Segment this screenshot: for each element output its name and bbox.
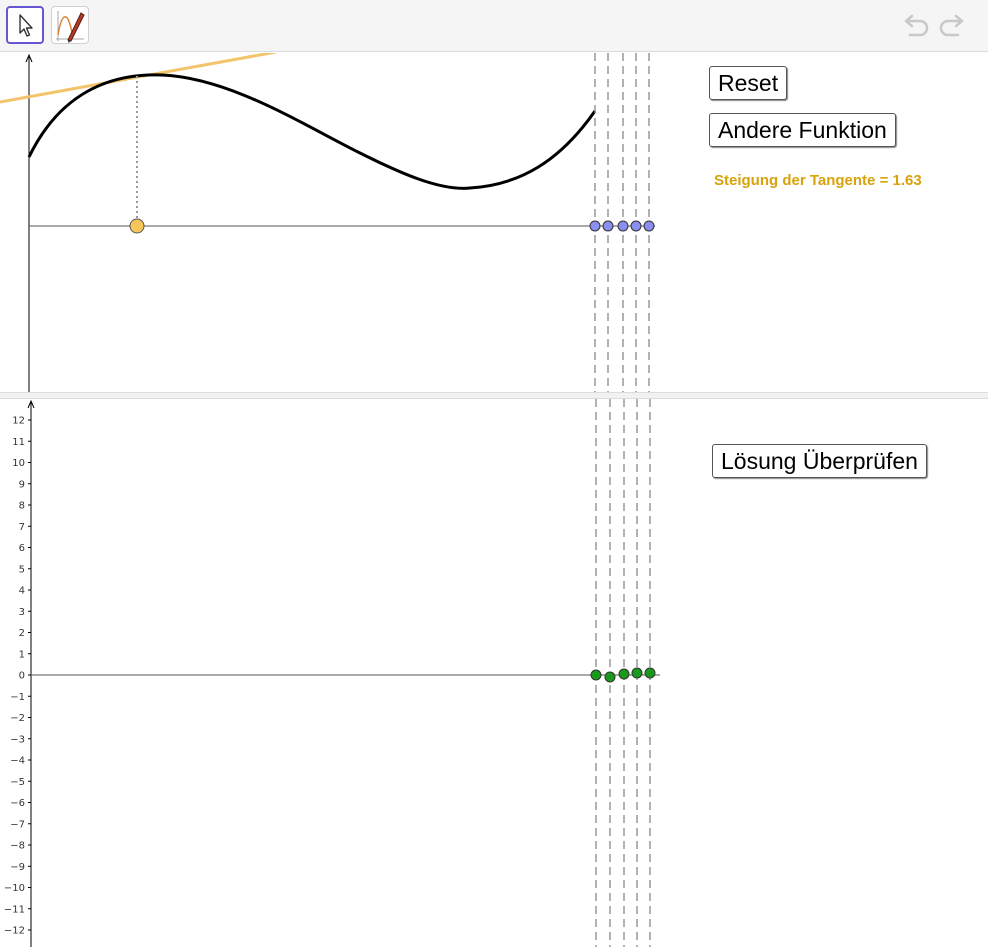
y-tick-label: 10	[12, 458, 25, 469]
redo-icon	[939, 14, 964, 37]
x-point[interactable]	[630, 220, 642, 232]
y-tick-label: −6	[10, 798, 25, 809]
y-tick-label: 1	[19, 649, 25, 660]
tangent-point[interactable]	[129, 218, 145, 234]
redo-button[interactable]	[938, 13, 966, 39]
y-tick-label: 4	[19, 586, 25, 597]
y-tick-label: −7	[10, 819, 25, 830]
derivative-point[interactable]	[604, 671, 616, 683]
y-tick-label: 5	[19, 564, 25, 575]
move-tool-button[interactable]	[6, 6, 44, 44]
toolbar	[0, 0, 988, 52]
y-tick-label: 3	[19, 607, 25, 618]
y-tick-label: −10	[4, 883, 25, 894]
y-tick-label: −9	[10, 862, 25, 873]
y-tick-label: −5	[10, 777, 25, 788]
y-tick-label: −3	[10, 734, 25, 745]
y-tick-label: −12	[4, 926, 25, 937]
x-point[interactable]	[589, 220, 601, 232]
x-point[interactable]	[617, 220, 629, 232]
view-divider[interactable]	[0, 392, 988, 399]
y-tick-label: 9	[19, 479, 25, 490]
function-curve	[27, 73, 597, 190]
x-point[interactable]	[643, 220, 655, 232]
y-tick-label: −1	[10, 692, 25, 703]
undo-button[interactable]	[902, 13, 930, 39]
y-tick-label: 2	[19, 628, 25, 639]
check-solution-button[interactable]: Lösung Überprüfen	[712, 444, 927, 478]
slope-label: Steigung der Tangente = 1.63	[714, 172, 922, 189]
y-tick-label: −4	[10, 756, 25, 767]
y-tick-label: −8	[10, 841, 25, 852]
y-tick-label: 6	[19, 543, 25, 554]
function-graphics-view[interactable]: Reset Andere Funktion Steigung der Tange…	[0, 53, 988, 392]
pen-tool-button[interactable]	[51, 6, 89, 44]
y-tick-label: 8	[19, 501, 25, 512]
reset-button[interactable]: Reset	[709, 66, 788, 100]
arrow-cursor-icon	[19, 14, 33, 37]
derivative-point[interactable]	[618, 668, 630, 680]
y-tick-label: 0	[19, 671, 25, 682]
other-function-button[interactable]: Andere Funktion	[709, 113, 896, 147]
derivative-point[interactable]	[644, 667, 656, 679]
y-tick-label: −11	[4, 904, 25, 915]
x-point[interactable]	[602, 220, 614, 232]
derivative-point[interactable]	[590, 669, 602, 681]
derivative-graphics-view[interactable]: 12 11 10 9 8 7 6 5 4 3 2 1 0 −1 −2 −3 −4 −5 −6 −7 −8 −9 −10 −11…	[0, 399, 988, 947]
y-tick-label: −2	[10, 713, 25, 724]
y-tick-label: 11	[12, 437, 25, 448]
derivative-point[interactable]	[631, 667, 643, 679]
undo-icon	[904, 14, 929, 37]
function-pen-icon	[56, 11, 85, 43]
y-tick-label: 7	[19, 522, 25, 533]
y-tick-label: 12	[12, 416, 25, 427]
